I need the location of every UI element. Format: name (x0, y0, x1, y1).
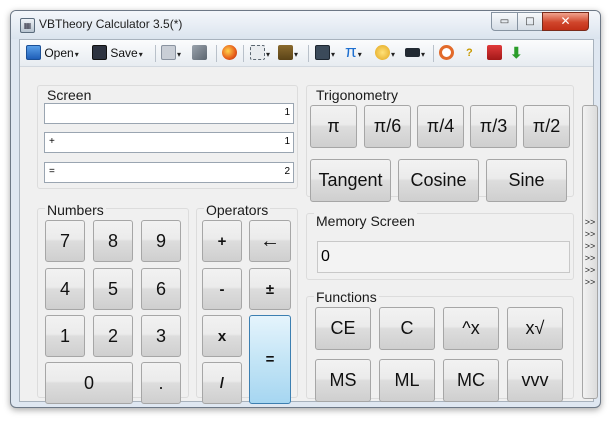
functions-group-label: Functions (314, 289, 379, 305)
power-button[interactable]: ^x (443, 307, 499, 350)
pi-menu[interactable]: π▾ (345, 42, 362, 61)
key-5[interactable]: 5 (93, 268, 133, 310)
memory-load-button[interactable]: ML (379, 359, 435, 402)
app-icon: ▦ (20, 18, 35, 33)
open-menu[interactable]: Open▾ (26, 44, 79, 63)
minimize-button[interactable]: ▭ (491, 12, 518, 31)
title-bar[interactable]: ▦ VBTheory Calculator 3.5(*) ▭ □ ✕ (11, 11, 600, 39)
root-button[interactable]: x√ (507, 307, 563, 350)
keyboard-menu[interactable]: ▾ (405, 44, 425, 63)
support-button[interactable] (439, 44, 454, 63)
memory-store-button[interactable]: MS (315, 359, 371, 402)
tools-icon (192, 45, 207, 60)
download-arrow-icon: ⬇ (510, 45, 523, 62)
window-title: VBTheory Calculator 3.5(*) (39, 17, 183, 31)
copy-icon (161, 45, 176, 60)
key-decimal[interactable]: . (141, 362, 181, 404)
memory-clear-button[interactable]: MC (443, 359, 499, 402)
tools-button[interactable] (192, 44, 207, 63)
toolbar-separator (433, 45, 434, 62)
calculator-window: ▦ VBTheory Calculator 3.5(*) ▭ □ ✕ Open▾… (10, 10, 601, 408)
screen-line-1: 1 (44, 103, 294, 124)
cosine-button[interactable]: Cosine (398, 159, 479, 202)
operators-group-label: Operators (204, 202, 271, 218)
key-4[interactable]: 4 (45, 268, 85, 310)
keyboard-icon (405, 48, 420, 57)
key-9[interactable]: 9 (141, 220, 181, 262)
ce-button[interactable]: CE (315, 307, 371, 350)
plugin-menu[interactable]: ▾ (375, 44, 395, 63)
key-pi-over-2[interactable]: π/2 (523, 105, 570, 148)
expand-arrows-icon: >> >> >> >> >> >> (584, 217, 596, 287)
book-menu[interactable]: ▾ (278, 44, 298, 63)
key-pi-over-6[interactable]: π/6 (364, 105, 411, 148)
client-area: Open▾ Save▾ ▾ ▾ ▾ ▾ π▾ ▾ ▾ ? ⬇ Screen 1 … (19, 39, 598, 404)
expand-panel-button[interactable]: >> >> >> >> >> >> (582, 105, 598, 399)
key-minus[interactable]: - (202, 268, 242, 310)
key-divide[interactable]: / (202, 362, 242, 404)
close-button[interactable]: ✕ (542, 12, 589, 31)
screen-line-2: +1 (44, 132, 294, 153)
toolbar: Open▾ Save▾ ▾ ▾ ▾ ▾ π▾ ▾ ▾ ? ⬇ (20, 40, 593, 67)
vvv-button[interactable]: vvv (507, 359, 563, 402)
resize-icon (250, 45, 265, 60)
memory-screen: 0 (317, 241, 570, 273)
key-3[interactable]: 3 (141, 315, 181, 357)
copy-menu[interactable]: ▾ (161, 44, 181, 63)
firefox-button[interactable] (222, 44, 237, 63)
maximize-button[interactable]: □ (517, 12, 543, 31)
screen-group-label: Screen (45, 87, 94, 103)
memory-value: 0 (321, 248, 330, 265)
save-disk-icon (92, 45, 107, 60)
screen-line-3: = 2 (44, 162, 294, 183)
lifebuoy-icon (439, 45, 454, 60)
key-equals[interactable]: = (249, 315, 291, 404)
key-pi[interactable]: π (310, 105, 357, 148)
numbers-group-label: Numbers (45, 202, 106, 218)
toolbar-separator (308, 45, 309, 62)
grid-layout-icon (315, 45, 330, 60)
toolbar-separator (243, 45, 244, 62)
sine-button[interactable]: Sine (486, 159, 567, 202)
save-menu[interactable]: Save▾ (92, 44, 143, 63)
trigonometry-group-label: Trigonometry (314, 87, 400, 103)
save-label: Save (110, 46, 138, 60)
tangent-button[interactable]: Tangent (310, 159, 391, 202)
media-icon (487, 45, 502, 60)
toolbar-separator (155, 45, 156, 62)
layout-menu[interactable]: ▾ (315, 44, 335, 63)
key-6[interactable]: 6 (141, 268, 181, 310)
plugin-icon (375, 45, 390, 60)
media-button[interactable] (487, 44, 502, 63)
key-pi-over-4[interactable]: π/4 (417, 105, 464, 148)
key-8[interactable]: 8 (93, 220, 133, 262)
book-icon (278, 45, 293, 60)
key-pi-over-3[interactable]: π/3 (470, 105, 517, 148)
key-2[interactable]: 2 (93, 315, 133, 357)
view-menu[interactable]: ▾ (250, 44, 270, 63)
memory-group-label: Memory Screen (314, 213, 417, 229)
key-0[interactable]: 0 (45, 362, 133, 404)
key-multiply[interactable]: x (202, 315, 242, 357)
browser-icon (222, 45, 237, 60)
key-plus[interactable]: + (202, 220, 242, 262)
help-button[interactable]: ? (466, 44, 473, 63)
help-icon: ? (466, 47, 473, 59)
download-button[interactable]: ⬇ (510, 44, 523, 63)
open-label: Open (44, 46, 74, 60)
key-plus-minus[interactable]: ± (249, 268, 291, 310)
clear-button[interactable]: C (379, 307, 435, 350)
key-backspace[interactable]: ← (249, 220, 291, 262)
key-1[interactable]: 1 (45, 315, 85, 357)
pi-icon: π (345, 42, 357, 61)
folder-icon (26, 45, 41, 60)
key-7[interactable]: 7 (45, 220, 85, 262)
toolbar-separator (216, 45, 217, 62)
